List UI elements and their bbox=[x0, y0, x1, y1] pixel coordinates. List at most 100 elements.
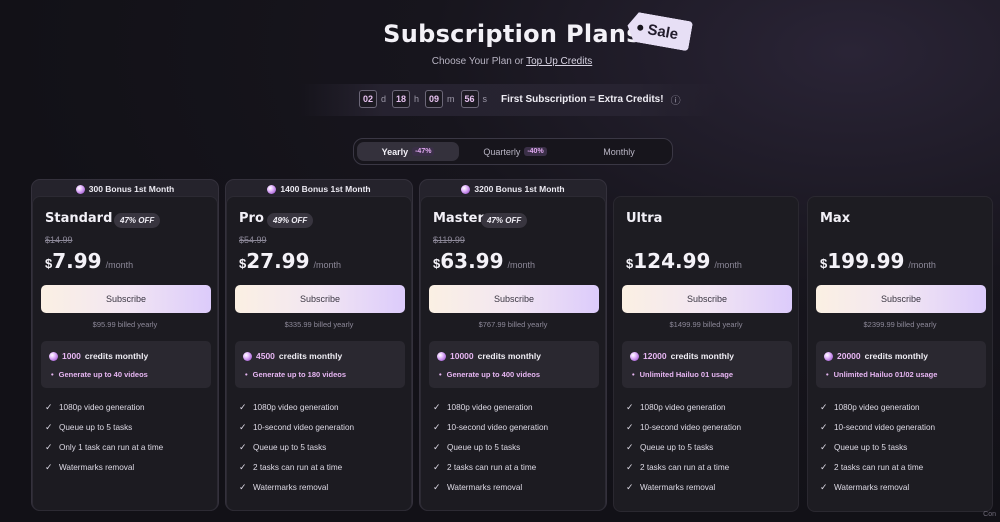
check-icon: ✓ bbox=[239, 421, 247, 432]
currency-symbol: $ bbox=[239, 256, 247, 271]
subscribe-button[interactable]: Subscribe bbox=[816, 285, 986, 313]
top-up-credits-link[interactable]: Top Up Credits bbox=[526, 56, 592, 67]
feature-item: ✓ 10-second video generation bbox=[820, 417, 935, 437]
price-period: /month bbox=[714, 260, 742, 270]
countdown-days: 02 bbox=[359, 90, 377, 108]
feature-text: Queue up to 5 tasks bbox=[447, 442, 521, 452]
check-icon: ✓ bbox=[433, 461, 441, 472]
price: $ 7.99 /month bbox=[45, 249, 133, 273]
credits-sub: Generate up to 180 videos bbox=[245, 370, 346, 379]
feature-text: 1080p video generation bbox=[834, 402, 920, 412]
check-icon: ✓ bbox=[820, 461, 828, 472]
price-period: /month bbox=[507, 260, 536, 270]
feature-item: ✓ Queue up to 5 tasks bbox=[626, 437, 741, 457]
countdown-seconds-unit: s bbox=[482, 94, 488, 104]
feature-item: ✓ Only 1 task can run at a time bbox=[45, 437, 163, 457]
feature-text: 2 tasks can run at a time bbox=[447, 462, 537, 472]
feature-item: ✓ Watermarks removal bbox=[239, 477, 354, 497]
billing-option-quarterly[interactable]: Quarterly -40% bbox=[464, 142, 566, 161]
billing-option-label: Quarterly bbox=[483, 146, 521, 157]
check-icon: ✓ bbox=[239, 461, 247, 472]
credits-sub: Unlimited Hailuo 01 usage bbox=[632, 370, 733, 379]
credits-number: 4500 bbox=[256, 351, 275, 361]
price: $ 63.99 /month bbox=[433, 249, 535, 273]
billing-option-yearly[interactable]: Yearly -47% bbox=[357, 142, 459, 161]
check-icon: ✓ bbox=[45, 461, 53, 472]
check-icon: ✓ bbox=[626, 481, 634, 492]
feature-text: 10-second video generation bbox=[447, 422, 549, 432]
check-icon: ✓ bbox=[45, 441, 53, 452]
check-icon: ✓ bbox=[433, 401, 441, 412]
check-icon: ✓ bbox=[820, 441, 828, 452]
feature-text: 1080p video generation bbox=[253, 402, 339, 412]
credits-text: credits monthly bbox=[670, 351, 734, 361]
plan-name: Max bbox=[820, 211, 851, 226]
feature-item: ✓ 1080p video generation bbox=[45, 397, 163, 417]
credits-number: 12000 bbox=[643, 351, 667, 361]
feature-item: ✓ 2 tasks can run at a time bbox=[239, 457, 354, 477]
bonus-text: 300 Bonus 1st Month bbox=[88, 184, 175, 194]
feature-text: Queue up to 5 tasks bbox=[640, 442, 714, 452]
credits-line: 12000 credits monthly bbox=[630, 351, 734, 361]
info-icon[interactable]: ⓘ bbox=[671, 92, 681, 107]
feature-list: ✓ 1080p video generation ✓ 10-second video… bbox=[433, 397, 548, 497]
feature-item: ✓ Queue up to 5 tasks bbox=[820, 437, 935, 457]
subscribe-button[interactable]: Subscribe bbox=[235, 285, 405, 313]
feature-item: ✓ 10-second video generation bbox=[626, 417, 741, 437]
plan-name: Master bbox=[433, 211, 484, 226]
check-icon: ✓ bbox=[239, 441, 247, 452]
feature-text: Queue up to 5 tasks bbox=[834, 442, 908, 452]
discount-badge: 47% OFF bbox=[481, 213, 528, 228]
currency-symbol: $ bbox=[433, 256, 441, 271]
gem-icon bbox=[630, 351, 639, 361]
subscribe-button[interactable]: Subscribe bbox=[622, 285, 792, 313]
billing-option-label: Monthly bbox=[603, 146, 635, 157]
billing-option-monthly[interactable]: Monthly bbox=[568, 142, 670, 161]
check-icon: ✓ bbox=[433, 421, 441, 432]
price-period: /month bbox=[313, 260, 342, 270]
check-icon: ✓ bbox=[626, 421, 634, 432]
check-icon: ✓ bbox=[820, 421, 828, 432]
plan-card-master: Master 47% OFF $119.99 $ 63.99 /month Su… bbox=[420, 196, 606, 511]
currency-symbol: $ bbox=[45, 256, 53, 271]
feature-text: Watermarks removal bbox=[253, 482, 329, 492]
gem-icon bbox=[267, 184, 277, 194]
credits-line: 4500 credits monthly bbox=[243, 351, 342, 361]
price-amount: 27.99 bbox=[246, 249, 310, 273]
credits-text: credits monthly bbox=[864, 351, 928, 361]
feature-text: 10-second video generation bbox=[640, 422, 742, 432]
countdown-timer: 02 d 18 h 09 m 56 s First Subscription =… bbox=[359, 90, 681, 108]
feature-text: 1080p video generation bbox=[447, 402, 533, 412]
feature-list: ✓ 1080p video generation ✓ 10-second video… bbox=[820, 397, 935, 497]
feature-item: ✓ 1080p video generation bbox=[433, 397, 548, 417]
subscribe-button[interactable]: Subscribe bbox=[429, 285, 599, 313]
price-amount: 7.99 bbox=[52, 249, 102, 273]
feature-item: ✓ 10-second video generation bbox=[239, 417, 354, 437]
countdown-seconds: 56 bbox=[460, 90, 479, 108]
billed-yearly-text: $1499.99 billed yearly bbox=[669, 320, 743, 329]
credits-line: 20000 credits monthly bbox=[824, 351, 928, 361]
credits-sub: Unlimited Hailuo 01/02 usage bbox=[826, 370, 938, 379]
check-icon: ✓ bbox=[239, 481, 247, 492]
price-period: /month bbox=[105, 260, 134, 270]
plan-card-ultra: Ultra $ 124.99 /month Subscribe $1499.99… bbox=[613, 196, 799, 512]
credits-box: 4500 credits monthly Generate up to 180 … bbox=[235, 341, 405, 388]
countdown-days-unit: d bbox=[381, 94, 387, 104]
subscribe-button[interactable]: Subscribe bbox=[41, 285, 211, 313]
check-icon: ✓ bbox=[45, 401, 53, 412]
header: Subscription Plans Sale Choose Your Plan… bbox=[0, 0, 1000, 165]
credits-line: 10000 credits monthly bbox=[437, 351, 541, 361]
feature-list: ✓ 1080p video generation ✓ Queue up to 5 t… bbox=[45, 397, 163, 477]
feature-item: ✓ Queue up to 5 tasks bbox=[239, 437, 354, 457]
billing-option-label: Yearly bbox=[381, 146, 409, 157]
credits-sub: Generate up to 40 videos bbox=[51, 370, 148, 379]
plan-card-standard: Standard 47% OFF $14.99 $ 7.99 /month Su… bbox=[32, 196, 218, 511]
price-period: /month bbox=[908, 260, 936, 270]
tag-hole-icon bbox=[637, 24, 644, 31]
feature-item: ✓ Watermarks removal bbox=[820, 477, 935, 497]
check-icon: ✓ bbox=[433, 441, 441, 452]
old-price: $119.99 bbox=[433, 235, 465, 245]
countdown-message: First Subscription = Extra Credits! bbox=[501, 93, 664, 105]
currency-symbol: $ bbox=[626, 256, 634, 271]
check-icon: ✓ bbox=[239, 401, 247, 412]
